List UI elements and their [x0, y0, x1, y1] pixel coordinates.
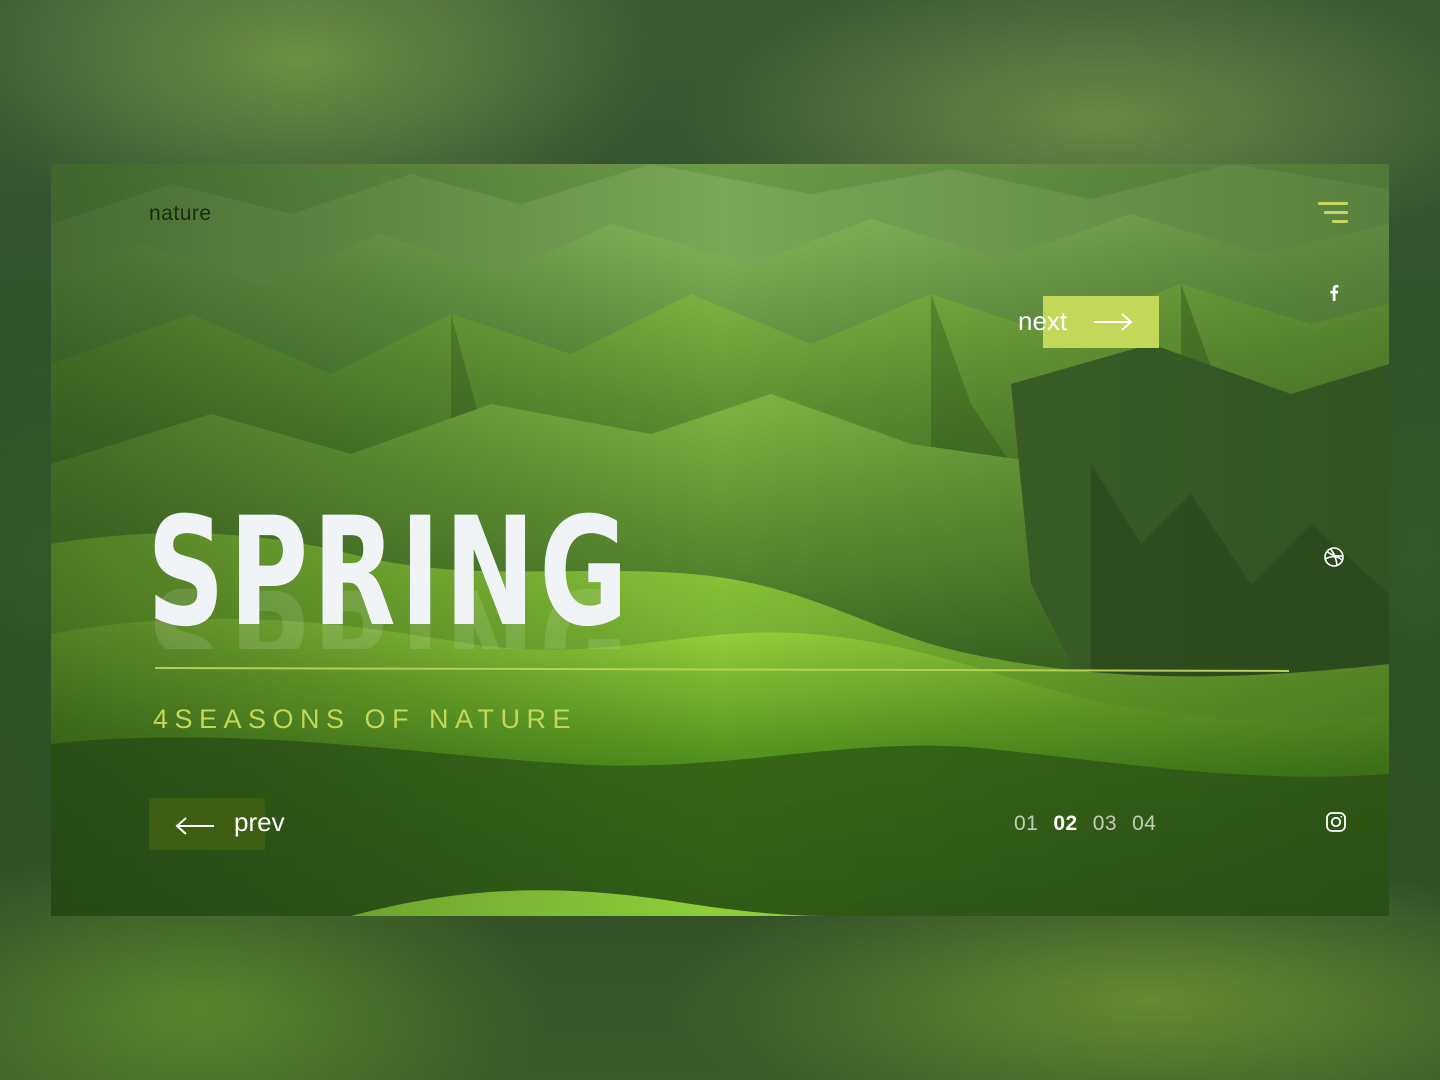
arrow-left-icon[interactable]	[175, 816, 215, 836]
page-02[interactable]: 02	[1053, 812, 1077, 836]
prev-label[interactable]: prev	[234, 807, 285, 838]
brand-logo[interactable]: nature	[149, 202, 212, 226]
season-title: SPRING	[147, 486, 633, 660]
next-label[interactable]: next	[1018, 306, 1067, 337]
facebook-icon[interactable]	[1322, 280, 1346, 304]
dribbble-icon[interactable]	[1322, 545, 1346, 569]
season-subtitle: 4SEASONS OF NATURE	[153, 704, 578, 734]
instagram-icon[interactable]	[1324, 810, 1348, 834]
hero-card: nature next SPRING SPRING 4SEASONS OF NA…	[51, 164, 1389, 916]
page-03[interactable]: 03	[1093, 812, 1117, 836]
hamburger-menu-icon[interactable]	[1316, 202, 1348, 226]
pagination: 01 02 03 04	[1014, 812, 1156, 836]
arrow-right-icon[interactable]	[1093, 312, 1133, 332]
page-01[interactable]: 01	[1014, 812, 1038, 836]
page-04[interactable]: 04	[1132, 812, 1156, 836]
